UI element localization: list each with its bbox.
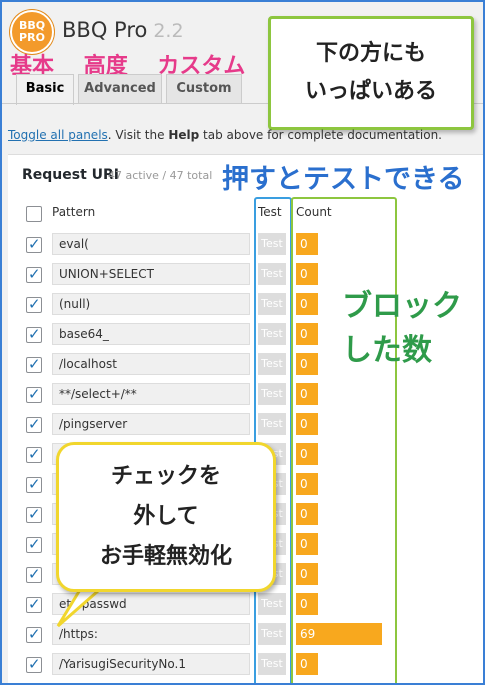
rule-checkbox[interactable] [26, 535, 42, 553]
rule-checkbox[interactable] [26, 265, 42, 283]
bubble-line-3: お手軽無効化 [99, 544, 232, 569]
block-annot-line-2: した数 [342, 333, 432, 368]
bubble-line-2: 外して [133, 504, 199, 529]
app-version: 2.2 [153, 20, 184, 42]
table-row: **/select+/**Test0 [8, 383, 483, 413]
pattern-field[interactable]: /localhost [52, 353, 250, 375]
select-all-checkbox[interactable] [26, 206, 42, 222]
rule-checkbox[interactable] [26, 565, 42, 583]
tab-advanced[interactable]: Advanced [78, 74, 162, 103]
pattern-field[interactable]: UNION+SELECT [52, 263, 250, 285]
test-annotation: 押すとテストできる [222, 164, 465, 195]
panel-meta: 47 active / 47 total [108, 169, 213, 182]
toggle-all-panels-link[interactable]: Toggle all panels [8, 128, 108, 142]
bubble-line-1: チェックを [110, 464, 221, 489]
help-text-mid: . Visit the [107, 128, 169, 142]
rule-checkbox[interactable] [26, 235, 42, 253]
rule-checkbox[interactable] [26, 415, 42, 433]
panel-title[interactable]: Request URI [22, 167, 119, 183]
rule-checkbox[interactable] [26, 655, 42, 673]
table-row: /pingserverTest0 [8, 413, 483, 443]
callout-line-1: 下の方にも [315, 41, 426, 66]
callout-line-2: いっぱいある [304, 79, 437, 104]
count-column-highlight [291, 197, 397, 683]
tab-custom[interactable]: Custom [166, 74, 242, 103]
help-line: Toggle all panels. Visit the Help tab ab… [8, 128, 442, 142]
logo-bottom-text: PRO [19, 31, 45, 44]
table-row: eval(Test0 [8, 233, 483, 263]
rule-checkbox[interactable] [26, 325, 42, 343]
rule-checkbox[interactable] [26, 295, 42, 313]
rule-checkbox[interactable] [26, 505, 42, 523]
app-title: BBQ Pro 2.2 [62, 18, 184, 42]
help-text-rest: tab above for complete documentation. [199, 128, 442, 142]
pattern-field[interactable]: /YarisugiSecurityNo.1 [52, 653, 250, 675]
pattern-field[interactable]: (null) [52, 293, 250, 315]
col-header-pattern: Pattern [52, 205, 96, 219]
rule-checkbox[interactable] [26, 385, 42, 403]
pattern-field[interactable]: /pingserver [52, 413, 250, 435]
test-column-highlight [254, 197, 292, 683]
table-row: /YarisugiSecurityNo.1Test0 [8, 653, 483, 683]
block-annot-line-1: ブロック [342, 289, 462, 324]
help-text-bold: Help [168, 128, 200, 142]
app-window: BBQ PRO BBQ Pro 2.2 基本 高度 カスタム Basic Adva… [0, 0, 485, 685]
callout-more-below: 下の方にも いっぱいある [268, 16, 474, 130]
pattern-field[interactable]: eval( [52, 233, 250, 255]
rule-checkbox[interactable] [26, 595, 42, 613]
rule-checkbox[interactable] [26, 355, 42, 373]
pattern-field[interactable]: base64_ [52, 323, 250, 345]
uncheck-disable-callout: チェックを 外して お手軽無効化 [56, 442, 276, 592]
rule-checkbox[interactable] [26, 625, 42, 643]
tab-basic[interactable]: Basic [16, 74, 74, 105]
pattern-field[interactable]: **/select+/** [52, 383, 250, 405]
app-title-text: BBQ Pro [62, 18, 148, 42]
rule-checkbox[interactable] [26, 445, 42, 463]
block-count-annotation: ブロック した数 [342, 285, 462, 373]
rule-checkbox[interactable] [26, 475, 42, 493]
